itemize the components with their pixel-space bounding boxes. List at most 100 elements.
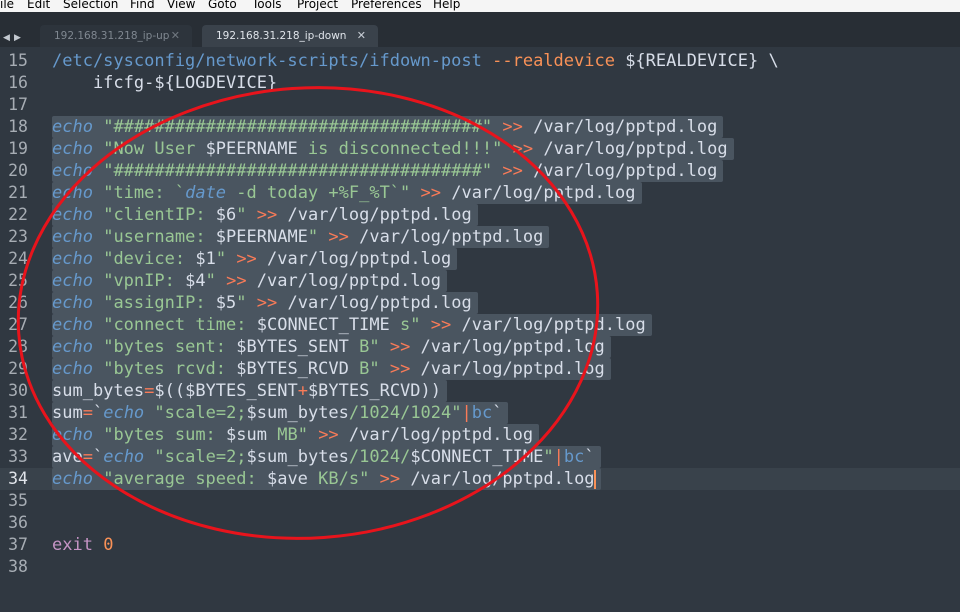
code-line[interactable]: 17	[0, 94, 960, 116]
code-text: sum=`echo "scale=2;$sum_bytes/1024/1024"…	[52, 402, 502, 424]
menu-item-view[interactable]: View	[167, 0, 195, 10]
code-token: >>	[226, 271, 247, 291]
code-token: /var/log/pptpd.log	[410, 337, 605, 357]
code-token: bc	[471, 403, 493, 423]
code-line[interactable]: 23 echo "username: $PEERNAME" >> /var/log…	[0, 226, 960, 248]
code-token: $6	[215, 205, 237, 225]
code-token: echo	[52, 161, 93, 181]
code-line[interactable]: 21 echo "time: `date -d today +%F_%T`" >>…	[0, 182, 960, 204]
close-icon[interactable]: ✕	[171, 25, 180, 47]
menu-item-goto[interactable]: Goto	[208, 0, 237, 10]
code-token: "clientIP:	[103, 205, 216, 225]
code-line[interactable]: 16 ifcfg-${LOGDEVICE}	[0, 72, 960, 94]
code-line[interactable]: 30 sum_bytes=$(($BYTES_SENT+$BYTES_RCVD))	[0, 380, 960, 402]
menu-item-help[interactable]: Help	[433, 0, 460, 10]
close-icon[interactable]: ✕	[357, 25, 366, 47]
menu-item-project[interactable]: Project	[297, 0, 338, 10]
code-line[interactable]: 19 echo "Now User $PEERNAME is disconnect…	[0, 138, 960, 160]
line-number: 35	[8, 491, 28, 510]
code-text: echo "bytes rcvd: $BYTES_RCVD B" >> /var…	[52, 358, 605, 380]
tab-ip-up[interactable]: 192.168.31.218_ip-up ✕	[40, 25, 192, 47]
code-line[interactable]: 31 sum=`echo "scale=2;$sum_bytes/1024/102…	[0, 402, 960, 424]
code-line[interactable]: 22 echo "clientIP: $6" >> /var/log/pptpd.…	[0, 204, 960, 226]
code-token: date	[185, 183, 227, 203]
code-token: >>	[420, 183, 442, 203]
code-token: /var/log/pptpd.log	[338, 425, 534, 445]
code-token: /var/log/pptpd.log	[348, 227, 544, 247]
code-token: bc	[563, 447, 585, 467]
menu-item-tools[interactable]: Tools	[252, 0, 282, 10]
code-token: echo	[52, 183, 93, 203]
tab-label: 192.168.31.218_ip-up	[54, 30, 170, 42]
code-line[interactable]: 26 echo "assignIP: $5" >> /var/log/pptpd.…	[0, 292, 960, 314]
code-line[interactable]: 34 echo "average speed: $ave KB/s" >> /va…	[0, 468, 960, 490]
code-token: "Now User	[103, 139, 206, 159]
code-token: /var/log/pptpd.log	[400, 469, 595, 489]
menu-item-preferences[interactable]: Preferences	[351, 0, 422, 10]
code-line[interactable]: 35	[0, 490, 960, 512]
code-line[interactable]: 38	[0, 556, 960, 578]
tab-scroll-right-icon[interactable]: ▶	[14, 34, 21, 43]
code-text: echo "username: $PEERNAME" >> /var/log/p…	[52, 226, 543, 248]
code-token: `	[92, 447, 104, 467]
code-token: >>	[430, 315, 452, 335]
menu-item-find[interactable]: Find	[130, 0, 155, 10]
code-token: B"	[348, 359, 380, 379]
code-line[interactable]: 20 echo "################################…	[0, 160, 960, 182]
code-token: ifcfg-${LOGDEVICE}	[52, 73, 278, 93]
tab-ip-down[interactable]: 192.168.31.218_ip-down ✕	[202, 25, 378, 47]
code-line[interactable]: 24 echo "device: $1" >> /var/log/pptpd.lo…	[0, 248, 960, 270]
code-token: "device:	[103, 249, 196, 269]
code-token: s"	[389, 315, 421, 335]
code-text: echo "connect time: $CONNECT_TIME s" >> …	[52, 314, 646, 336]
code-token: /var/log/pptpd.log	[256, 249, 452, 269]
code-line[interactable]: 15/etc/sysconfig/network-scripts/ifdown-…	[0, 50, 960, 72]
code-text: echo "clientIP: $6" >> /var/log/pptpd.lo…	[52, 204, 472, 226]
code-text: echo "Now User $PEERNAME is disconnected…	[52, 138, 728, 160]
tab-scroll-left-icon[interactable]: ◀	[3, 34, 10, 43]
code-line[interactable]: 33 ave=`echo "scale=2;$sum_bytes/1024/$CO…	[0, 446, 960, 468]
code-token: >>	[379, 469, 401, 489]
code-token: >>	[389, 359, 411, 379]
code-line[interactable]: 37 exit 0	[0, 534, 960, 556]
code-token: +	[297, 381, 308, 401]
code-token: sum	[52, 403, 83, 423]
code-text: echo "device: $1" >> /var/log/pptpd.log	[52, 248, 451, 270]
code-line[interactable]: 18 echo "################################…	[0, 116, 960, 138]
code-token: >>	[256, 205, 278, 225]
code-line[interactable]: 32 echo "bytes sum: $sum MB" >> /var/log/…	[0, 424, 960, 446]
code-token: >>	[502, 117, 523, 137]
code-line[interactable]: 29 echo "bytes rcvd: $BYTES_RCVD B" >> /v…	[0, 358, 960, 380]
code-token: /var/log/pptpd.log	[451, 315, 646, 335]
menu-item-edit[interactable]: Edit	[27, 0, 50, 10]
code-token: $PEERNAME	[205, 139, 298, 159]
line-number: 31	[8, 403, 28, 422]
menu-item-file[interactable]: ile	[0, 0, 14, 10]
code-token: /var/log/pptpd.log	[533, 139, 728, 159]
code-token: exit	[52, 535, 93, 555]
code-editor[interactable]: 15/etc/sysconfig/network-scripts/ifdown-…	[0, 47, 960, 612]
code-token: "average speed:	[103, 469, 267, 489]
menu-item-selection[interactable]: Selection	[63, 0, 118, 10]
code-line[interactable]: 27 echo "connect time: $CONNECT_TIME s" >…	[0, 314, 960, 336]
code-token: $PEERNAME	[215, 227, 308, 247]
code-line[interactable]: 36	[0, 512, 960, 534]
code-line[interactable]: 25 echo "vpnIP: $4" >> /var/log/pptpd.log	[0, 270, 960, 292]
code-text: echo "vpnIP: $4" >> /var/log/pptpd.log	[52, 270, 441, 292]
code-line[interactable]: 28 echo "bytes sent: $BYTES_SENT B" >> /v…	[0, 336, 960, 358]
code-text: ave=`echo "scale=2;$sum_bytes/1024/$CONN…	[52, 446, 595, 468]
code-text: echo "bytes sent: $BYTES_SENT B" >> /var…	[52, 336, 605, 358]
code-token: $BYTES_RCVD	[307, 381, 421, 401]
line-number: 24	[8, 249, 28, 268]
line-number: 34	[8, 469, 28, 488]
line-number: 28	[8, 337, 28, 356]
